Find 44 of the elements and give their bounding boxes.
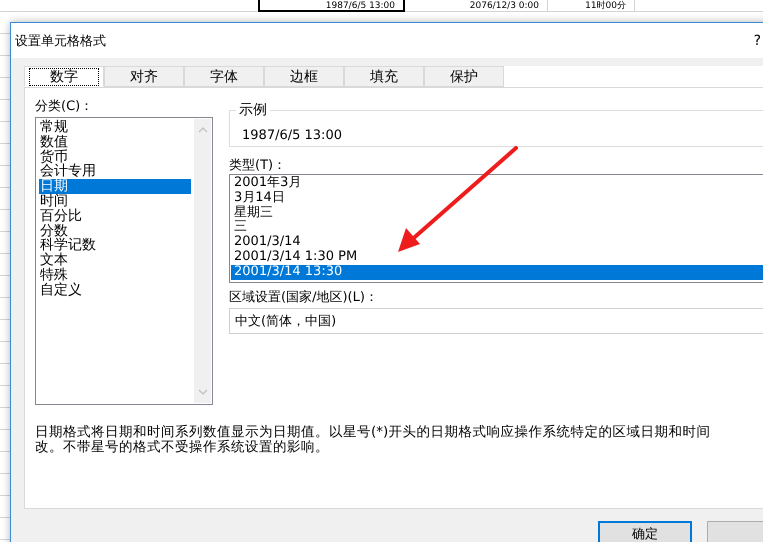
tab[interactable]: 填充 — [344, 66, 424, 87]
category-item[interactable]: 科学记数 — [39, 238, 191, 254]
tab[interactable]: 保护 — [424, 66, 504, 87]
window-title: 设置单元格格式 — [15, 32, 106, 50]
locale-label: 区域设置(国家/地区)(L)： — [229, 289, 379, 305]
sample-label: 示例 — [236, 101, 270, 119]
type-item[interactable]: 2001年3月 — [231, 176, 763, 191]
type-item[interactable]: 2001/3/14 13:30 — [231, 264, 763, 280]
tab[interactable]: 字体 — [184, 66, 264, 87]
table-cell: 2076/12/3 0:00 — [405, 0, 548, 12]
description-text: 日期格式将日期和时间系列数值显示为日期值。以星号(*)开头的日期格式响应操作系统特定的区域日期和时间 — [35, 425, 712, 440]
category-item[interactable]: 分数 — [39, 224, 191, 238]
tab[interactable]: 对齐 — [104, 66, 184, 87]
ok-button[interactable]: 确定 — [598, 521, 692, 542]
category-item[interactable]: 自定义 — [39, 282, 191, 298]
description-text: 改。不带星号的格式不受操作系统设置的影响。 — [35, 440, 330, 455]
tab[interactable]: 数字 — [24, 66, 104, 87]
type-list[interactable]: 2001年3月 3月14日 星期三 三 2001/3/14 2001/3/14 1:30 PM 2001/3/14 13:30 — [229, 174, 763, 283]
category-item[interactable]: 常规 — [39, 120, 191, 135]
table-cell: 11时00分 — [548, 0, 635, 12]
type-item[interactable]: 星期三 — [231, 206, 763, 220]
scroll-down-icon[interactable] — [198, 389, 208, 395]
tab[interactable]: 边框 — [264, 66, 344, 87]
type-item[interactable]: 三 — [231, 220, 763, 236]
category-item[interactable]: 会计专用 — [39, 164, 191, 180]
category-item[interactable]: 数值 — [39, 134, 191, 150]
category-label: 分类(C)： — [35, 98, 94, 114]
type-item[interactable]: 3月14日 — [231, 190, 763, 206]
sample-value: 1987/6/5 13:00 — [241, 127, 343, 143]
scroll-up-icon[interactable] — [198, 127, 208, 133]
category-item[interactable]: 货币 — [39, 150, 191, 164]
category-item[interactable]: 日期 — [39, 179, 191, 194]
scrollbar[interactable] — [194, 119, 211, 403]
category-item[interactable]: 百分比 — [39, 208, 191, 224]
type-item[interactable]: 2001/3/14 — [231, 235, 763, 250]
category-list[interactable]: 常规 数值 货币 会计专用 日期 时间 百分比 分数 科学记数 文本 特殊 自定义 — [35, 117, 213, 405]
type-label: 类型(T)： — [229, 157, 288, 173]
locale-dropdown[interactable]: 中文(简体，中国) — [229, 308, 763, 334]
category-item[interactable]: 文本 — [39, 253, 191, 268]
category-item[interactable]: 特殊 — [39, 268, 191, 283]
category-item[interactable]: 时间 — [39, 194, 191, 209]
type-item[interactable]: 2001/3/14 1:30 PM — [231, 250, 763, 265]
table-cell: 1987/6/5 13:00 — [258, 0, 405, 12]
help-button[interactable]: ? — [754, 32, 761, 48]
